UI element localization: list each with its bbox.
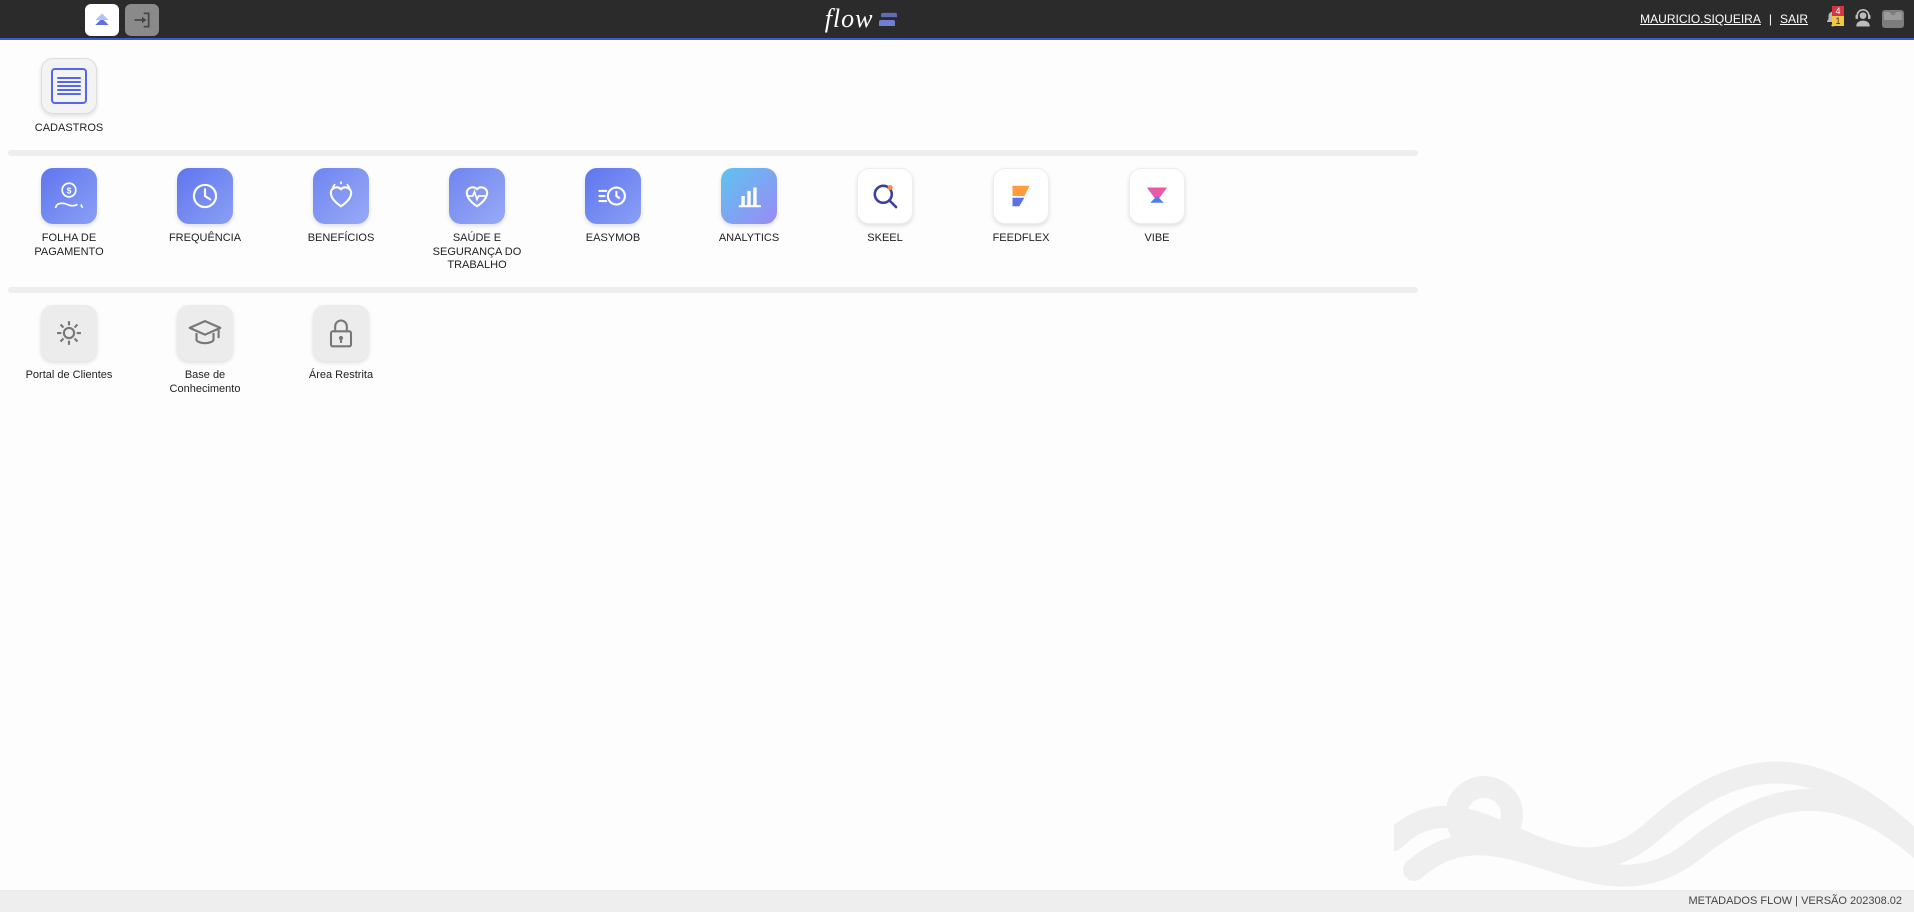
tile-label: FREQUÊNCIA: [169, 232, 241, 246]
exit-icon: [132, 10, 152, 30]
heart-icon: [313, 168, 369, 224]
tile-label: Área Restrita: [309, 369, 373, 383]
svg-text:$: $: [67, 185, 72, 195]
tile-frequencia[interactable]: FREQUÊNCIA: [160, 168, 250, 246]
tile-label: SAÚDE E SEGURANÇA DO TRABALHO: [432, 232, 522, 273]
content: CADASTROS $ FOLHA DE PAGAMENTO: [0, 40, 1914, 890]
tile-label: EASYMOB: [586, 232, 640, 246]
support-icon: [1853, 9, 1873, 29]
decorative-waves: [1394, 720, 1914, 890]
notif-badge-yellow: 1: [1832, 16, 1844, 26]
footer-text: METADADOS FLOW | VERSÃO 202308.02: [1688, 895, 1902, 907]
tile-base-conhecimento[interactable]: Base de Conhecimento: [160, 305, 250, 397]
tile-beneficios[interactable]: BENEFÍCIOS: [296, 168, 386, 246]
lock-icon: [313, 305, 369, 361]
tile-label: BENEFÍCIOS: [308, 232, 375, 246]
tile-label: Portal de Clientes: [26, 369, 113, 383]
notifications-button[interactable]: 4 1: [1822, 8, 1844, 30]
notification-badges: 4 1: [1832, 6, 1844, 26]
divider: [8, 150, 1418, 156]
tile-label: FOLHA DE PAGAMENTO: [24, 232, 114, 260]
topbar: flow MAURICIO.SIQUEIRA | SAIR 4 1: [0, 0, 1914, 40]
section-modules: $ FOLHA DE PAGAMENTO FREQUÊNCIA: [8, 168, 1914, 273]
section-cadastros: CADASTROS: [8, 58, 1914, 136]
support-button[interactable]: [1852, 8, 1874, 30]
graduation-cap-icon: [177, 305, 233, 361]
tile-skeel[interactable]: SKEEL: [840, 168, 930, 246]
tile-portal-clientes[interactable]: Portal de Clientes: [24, 305, 114, 383]
heart-pulse-icon: [449, 168, 505, 224]
topbar-right: MAURICIO.SIQUEIRA | SAIR 4 1: [1640, 8, 1904, 30]
brand-logo: flow: [825, 4, 896, 34]
tile-label: ANALYTICS: [719, 232, 779, 246]
tile-label: CADASTROS: [35, 122, 103, 136]
tile-analytics[interactable]: ANALYTICS: [704, 168, 794, 246]
section-links: Portal de Clientes Base de Conhecimento: [8, 305, 1914, 397]
envelope-icon: [1882, 10, 1904, 28]
divider: [8, 287, 1418, 293]
cadastros-icon: [41, 58, 97, 114]
footer: METADADOS FLOW | VERSÃO 202308.02: [0, 890, 1914, 912]
messages-button[interactable]: [1882, 8, 1904, 30]
clock-icon: [177, 168, 233, 224]
tile-vibe[interactable]: VIBE: [1112, 168, 1202, 246]
home-icon: [92, 10, 112, 30]
gear-icon: [41, 305, 97, 361]
brand-text: flow: [825, 4, 874, 34]
tile-sst[interactable]: SAÚDE E SEGURANÇA DO TRABALHO: [432, 168, 522, 273]
speed-clock-icon: [585, 168, 641, 224]
tile-label: FEEDFLEX: [993, 232, 1050, 246]
money-hand-icon: $: [41, 168, 97, 224]
home-button[interactable]: [85, 4, 119, 36]
tile-cadastros[interactable]: CADASTROS: [24, 58, 114, 136]
separator: |: [1769, 12, 1772, 26]
logout-link[interactable]: SAIR: [1780, 12, 1808, 26]
exit-button[interactable]: [125, 4, 159, 36]
brand-mark-icon: [879, 12, 895, 26]
tile-feedflex[interactable]: FEEDFLEX: [976, 168, 1066, 246]
tile-area-restrita[interactable]: Área Restrita: [296, 305, 386, 383]
bar-chart-icon: [721, 168, 777, 224]
user-link[interactable]: MAURICIO.SIQUEIRA: [1640, 12, 1761, 26]
notif-badge-red: 4: [1832, 6, 1844, 16]
tile-folha-pagamento[interactable]: $ FOLHA DE PAGAMENTO: [24, 168, 114, 260]
tile-label: Base de Conhecimento: [160, 369, 250, 397]
topbar-left: [85, 4, 159, 36]
vibe-icon: [1129, 168, 1185, 224]
magnifier-icon: [857, 168, 913, 224]
tile-label: VIBE: [1144, 232, 1169, 246]
feedflex-icon: [993, 168, 1049, 224]
tile-label: SKEEL: [867, 232, 902, 246]
topbar-center: flow: [80, 4, 1640, 34]
tile-easymob[interactable]: EASYMOB: [568, 168, 658, 246]
